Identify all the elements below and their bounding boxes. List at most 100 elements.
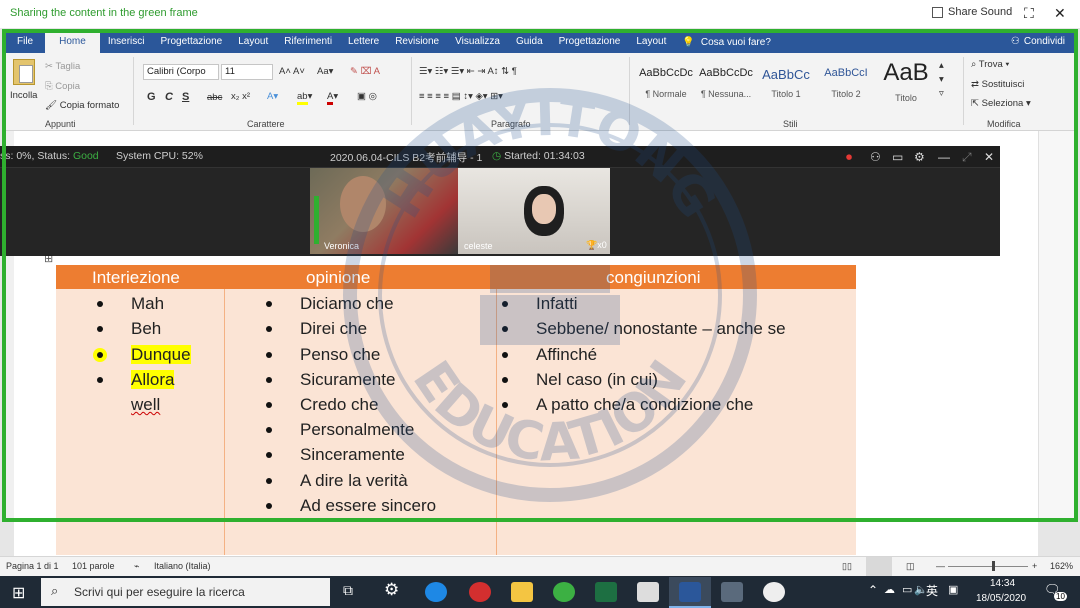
- bullets-icon[interactable]: ☰▾ ☷▾ ☰▾ ⇤ ⇥ A↕ ⇅ ¶: [419, 66, 517, 77]
- subscript-superscript-icon[interactable]: x₂ x²: [231, 91, 250, 102]
- share-sound-toggle[interactable]: Share Sound: [932, 6, 1012, 18]
- zoom-slider-thumb[interactable]: [992, 561, 995, 571]
- app-icon[interactable]: [721, 582, 743, 602]
- list-item-text: Sinceramente: [300, 445, 405, 464]
- page-count[interactable]: Pagina 1 di 1: [6, 561, 59, 571]
- paste-label[interactable]: Incolla: [10, 90, 37, 101]
- style-heading2[interactable]: AaBbCcI Titolo 2: [817, 59, 875, 107]
- font-size-combo[interactable]: 11: [221, 64, 273, 80]
- word-icon[interactable]: [679, 582, 701, 602]
- zoom-out-icon[interactable]: —: [936, 561, 945, 571]
- clock-date[interactable]: 18/05/2020: [976, 593, 1026, 604]
- tab-guida[interactable]: Guida: [508, 31, 551, 53]
- zoom-slider[interactable]: [948, 566, 1028, 567]
- share-button-label: Condividi: [1023, 36, 1065, 47]
- tab-revisione[interactable]: Revisione: [387, 31, 447, 53]
- windows-start-icon[interactable]: ⊞: [12, 583, 25, 603]
- format-painter-button[interactable]: 🖌 Copia formato: [45, 100, 119, 111]
- web-layout-icon[interactable]: ◫: [906, 561, 915, 572]
- onedrive-icon[interactable]: ☁: [884, 583, 895, 596]
- strikethrough-button[interactable]: abc: [207, 92, 222, 103]
- grow-font-icon[interactable]: A˄ A˅: [279, 66, 305, 77]
- style-sample: AaBbCcDc: [639, 67, 693, 79]
- bullet: [266, 402, 272, 408]
- taskbar-search-placeholder[interactable]: Scrivi qui per eseguire la ricerca: [74, 585, 245, 599]
- word-count[interactable]: 101 parole: [72, 561, 115, 571]
- network-icon[interactable]: ▭: [902, 583, 912, 596]
- copy-button[interactable]: ⎘ Copia: [45, 81, 80, 92]
- list-item: Sicuramente: [266, 370, 395, 390]
- style-normal[interactable]: AaBbCcDc ¶ Normale: [637, 59, 695, 107]
- maximize-icon[interactable]: ⤢: [962, 150, 972, 165]
- highlight-icon[interactable]: ab▾: [297, 91, 312, 105]
- tell-me-box[interactable]: 💡 Cosa vuoi fare?: [682, 37, 771, 48]
- minimize-icon[interactable]: —: [938, 150, 950, 164]
- style-title[interactable]: AaB Titolo: [877, 59, 935, 107]
- record-icon[interactable]: ⏺: [846, 150, 852, 165]
- vertical-scrollbar[interactable]: [1038, 131, 1075, 521]
- tab-progettazione[interactable]: Progettazione: [153, 31, 231, 53]
- tab-lettere[interactable]: Lettere: [340, 31, 387, 53]
- tab-layout-table[interactable]: Layout: [628, 31, 674, 53]
- close-icon[interactable]: ✕: [1054, 5, 1066, 22]
- tab-progettazione-table[interactable]: Progettazione: [551, 31, 629, 53]
- wechat-icon[interactable]: [553, 582, 575, 602]
- print-layout-icon[interactable]: [866, 557, 892, 576]
- video-tile-veronica[interactable]: Veronica: [310, 168, 458, 254]
- tab-home[interactable]: Home: [45, 31, 100, 53]
- tab-riferimenti[interactable]: Riferimenti: [276, 31, 340, 53]
- replace-button[interactable]: ⇄ Sostituisci: [971, 79, 1024, 90]
- styles-scroll-icon[interactable]: ▴ ▾ ▿: [939, 59, 944, 101]
- store-icon[interactable]: [637, 582, 659, 602]
- font-name-combo[interactable]: Calibri (Corpo: [143, 64, 219, 80]
- meeting-close-icon[interactable]: ✕: [984, 150, 994, 164]
- excel-icon[interactable]: [595, 582, 617, 602]
- bullet: [97, 326, 103, 332]
- cut-button[interactable]: ✂ Taglia: [45, 61, 80, 72]
- italic-button[interactable]: C: [165, 91, 173, 103]
- tab-visualizza[interactable]: Visualizza: [447, 31, 508, 53]
- select-button[interactable]: ⇱ Seleziona ▾: [971, 98, 1031, 109]
- font-color-icon[interactable]: A▾: [327, 91, 338, 105]
- share-sound-checkbox[interactable]: [932, 6, 943, 18]
- proofing-icon[interactable]: ⌁: [134, 561, 139, 572]
- tray-chevron-icon[interactable]: ⌃: [868, 583, 878, 597]
- meeting-app-icon[interactable]: [763, 582, 785, 602]
- style-heading1[interactable]: AaBbCc Titolo 1: [757, 59, 815, 107]
- styles-group-label: Stili: [783, 119, 798, 129]
- edge-icon[interactable]: [425, 582, 447, 602]
- change-case-icon[interactable]: Aa▾: [317, 66, 333, 77]
- zoom-in-icon[interactable]: +: [1032, 561, 1037, 571]
- read-mode-icon[interactable]: ▯▯: [842, 561, 852, 572]
- ime-indicator[interactable]: 英: [926, 582, 938, 599]
- fullscreen-icon[interactable]: ⛶: [1024, 5, 1034, 22]
- settings-icon[interactable]: ⚙: [914, 150, 925, 164]
- tab-file[interactable]: File: [5, 31, 45, 53]
- clear-format-icon[interactable]: ✎ ⌧ A: [350, 66, 380, 77]
- video-tile-celeste[interactable]: celeste 🏆x0: [458, 168, 610, 254]
- bullet: [266, 427, 272, 433]
- ime-mode-icon[interactable]: ▣: [948, 583, 958, 596]
- settings-gear-icon[interactable]: ⚙: [384, 580, 399, 600]
- align-icons[interactable]: ≡ ≡ ≡ ≡ ▤ ↕▾ ◈▾ ⊞▾: [419, 91, 503, 102]
- find-button[interactable]: ⌕ Trova ▾: [971, 59, 1009, 70]
- bold-button[interactable]: G: [147, 91, 156, 103]
- paste-icon[interactable]: [13, 59, 35, 85]
- language-label[interactable]: Italiano (Italia): [154, 561, 211, 571]
- text-effects-icon[interactable]: A▾: [267, 91, 278, 102]
- chat-icon[interactable]: ▭: [892, 150, 903, 164]
- reward-count: 🏆x0: [586, 240, 607, 250]
- task-view-icon[interactable]: ⧉: [343, 582, 353, 599]
- style-no-spacing[interactable]: AaBbCcDc ¶ Nessuna...: [697, 59, 755, 107]
- opera-icon[interactable]: [469, 582, 491, 602]
- clock-icon: ◷: [492, 150, 502, 162]
- clock-time[interactable]: 14:34: [990, 578, 1015, 589]
- file-explorer-icon[interactable]: [511, 582, 533, 602]
- underline-button[interactable]: S: [182, 91, 189, 103]
- share-button[interactable]: ⚇ Condividi: [1011, 31, 1065, 53]
- tab-layout[interactable]: Layout: [230, 31, 276, 53]
- zoom-level[interactable]: 162%: [1050, 561, 1073, 571]
- char-border-icon[interactable]: ▣ ◎: [357, 91, 377, 102]
- participants-icon[interactable]: ⚇: [870, 150, 881, 164]
- tab-inserisci[interactable]: Inserisci: [100, 31, 153, 53]
